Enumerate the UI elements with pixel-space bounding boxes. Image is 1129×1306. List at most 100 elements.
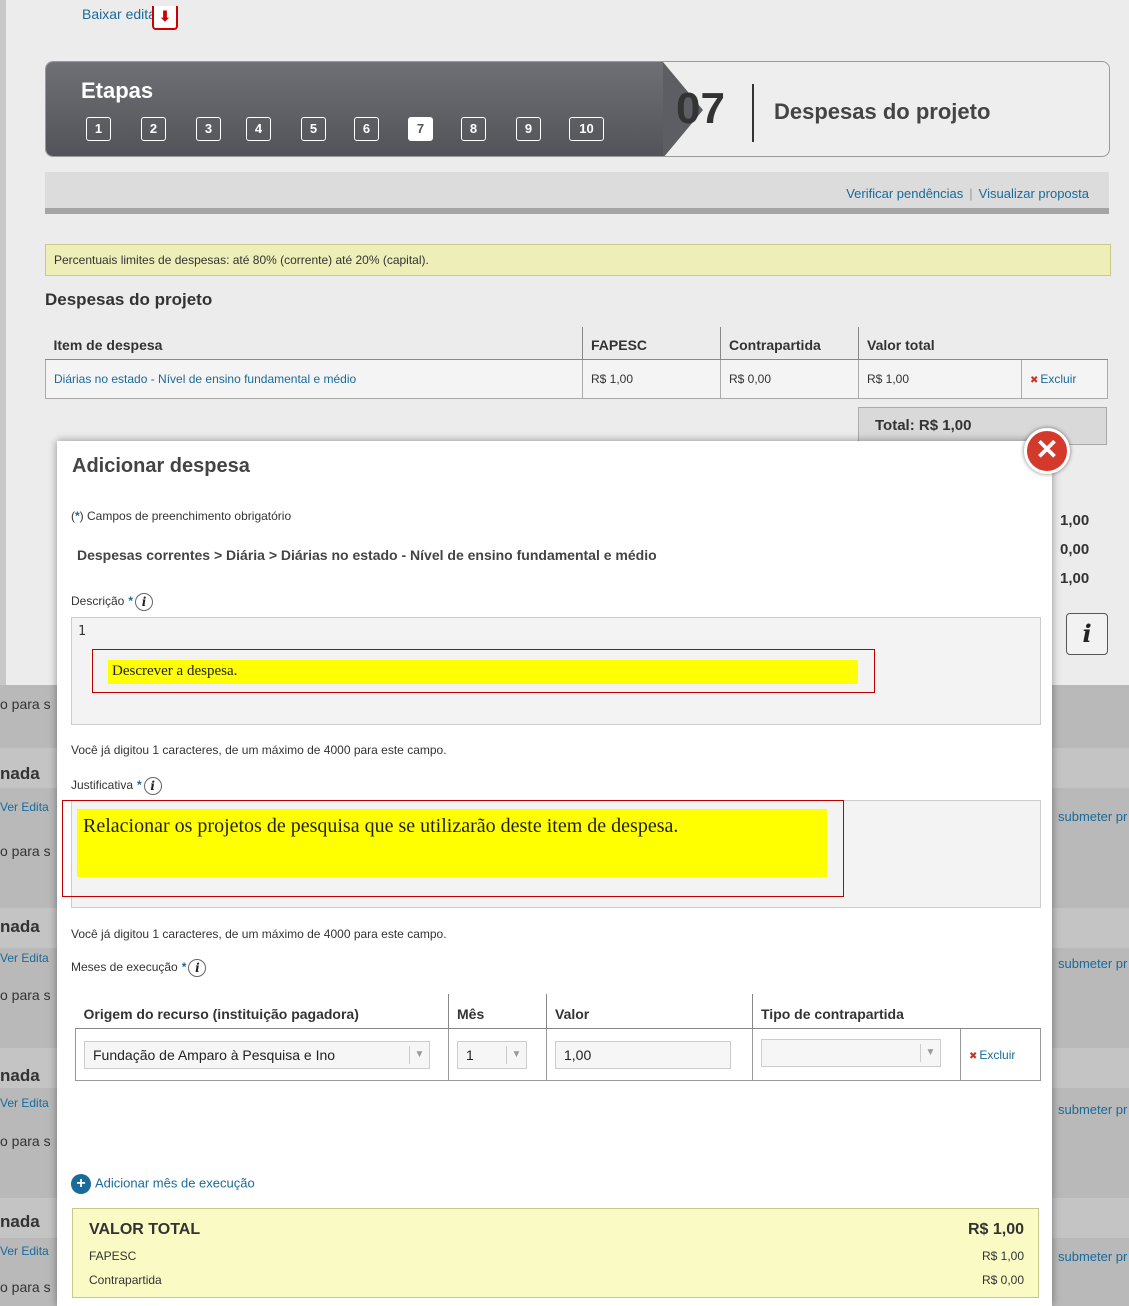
bg-snippet-link[interactable]: Ver Edita	[0, 951, 49, 965]
cell-contrapartida: R$ 0,00	[720, 359, 859, 399]
section-title: Despesas do projeto	[45, 290, 213, 309]
required-star: *	[128, 594, 134, 609]
bg-snippet-link[interactable]: Ver Edita	[0, 1096, 49, 1110]
bg-submeter-link[interactable]: submeter pr	[1058, 1102, 1127, 1117]
pendencias-bar: Verificar pendências | Visualizar proposta	[45, 172, 1109, 214]
bg-snippet: nada	[0, 764, 40, 783]
bg-snippet: o para s	[0, 1279, 51, 1295]
info-icon[interactable]: i	[143, 777, 162, 795]
chevron-down-icon: ▼	[506, 1045, 526, 1064]
adicionar-despesa-modal: Adicionar despesa (*) Campos de preenchi…	[57, 441, 1052, 1306]
modal-title: Adicionar despesa	[72, 455, 250, 477]
step-separator	[752, 84, 754, 142]
mes-select[interactable]: 1 ▼	[457, 1040, 527, 1069]
table-row: Fundação de Amparo à Pesquisa e Ino ▼ 1 ▼ …	[75, 1028, 1041, 1081]
bg-snippet: nada	[0, 1066, 40, 1085]
table-row: Diárias no estado - Nível de ensino fund…	[45, 359, 1108, 399]
delete-icon: ✖	[969, 1050, 978, 1062]
excluir-button[interactable]: ✖ Excluir	[1021, 359, 1108, 399]
bg-snippet: o para s	[0, 987, 51, 1003]
bg-snippet: o para s	[0, 696, 51, 712]
limits-notice: Percentuais limites de despesas: até 80%…	[45, 244, 1111, 276]
cell-valor-total: R$ 1,00	[858, 359, 1022, 399]
required-star: *	[181, 960, 187, 975]
bg-snippet: o para s	[0, 843, 51, 859]
step-9[interactable]: 9	[516, 117, 541, 141]
bg-snippet-link[interactable]: Ver Edita	[0, 1244, 49, 1258]
bg-submeter-link[interactable]: submeter pr	[1058, 956, 1127, 971]
etapas-panel: Etapas 1 2 3 4 5 6 7 8 9 10 07 Despesas …	[45, 61, 1110, 157]
verificar-pendencias-link[interactable]: Verificar pendências	[846, 186, 963, 201]
excluir-label: Excluir	[979, 1047, 1016, 1062]
descricao-hint: Descrever a despesa.	[108, 660, 858, 684]
descricao-char-count: Você já digitou 1 caracteres, de um máxi…	[71, 743, 447, 757]
despesa-item-link[interactable]: Diárias no estado - Nível de ensino fund…	[45, 359, 583, 399]
col-header-tipo: Tipo de contrapartida	[752, 994, 1041, 1029]
info-icon[interactable]: i	[188, 959, 207, 977]
col-header-item: Item de despesa	[45, 327, 583, 360]
step-5[interactable]: 5	[301, 117, 326, 141]
current-step-number: 07	[676, 84, 725, 133]
info-icon[interactable]: i	[135, 593, 154, 611]
col-header-contrapartida: Contrapartida	[720, 327, 859, 360]
justificativa-label: Justificativa * i	[71, 777, 162, 795]
origem-value: Fundação de Amparo à Pesquisa e Ino	[93, 1046, 336, 1063]
contrapartida-value: R$ 0,00	[981, 1273, 1024, 1287]
required-star: *	[137, 778, 142, 793]
fapesc-label: FAPESC	[89, 1249, 137, 1263]
step-6[interactable]: 6	[354, 117, 379, 141]
col-header-fapesc: FAPESC	[582, 327, 721, 360]
step-8[interactable]: 8	[461, 117, 486, 141]
step-10[interactable]: 10	[569, 117, 604, 141]
bg-snippet: o para s	[0, 1133, 51, 1149]
pendencias-links: Verificar pendências | Visualizar proposta	[846, 186, 1089, 201]
tipo-contrapartida-select[interactable]: ▼	[761, 1039, 941, 1067]
descricao-value: 1	[78, 624, 86, 639]
fapesc-value: R$ 1,00	[981, 1249, 1024, 1263]
justificativa-hint-box: Relacionar os projetos de pesquisa que s…	[62, 800, 844, 897]
origem-select[interactable]: Fundação de Amparo à Pesquisa e Ino ▼	[84, 1040, 430, 1069]
step-4[interactable]: 4	[246, 117, 271, 141]
plus-icon: +	[71, 1174, 91, 1194]
total-cell: Total: R$ 1,00	[858, 407, 1107, 445]
required-paren: )	[79, 509, 84, 523]
despesas-table: Item de despesa FAPESC Contrapartida Val…	[45, 327, 1108, 399]
baixar-edital-link[interactable]: Baixar edital	[82, 6, 159, 22]
breadcrumb: Despesas correntes > Diária > Diárias no…	[77, 547, 657, 563]
current-step-name: Despesas do projeto	[774, 99, 991, 124]
excluir-label: Excluir	[1040, 372, 1077, 386]
descricao-label: Descrição * i	[71, 593, 154, 611]
step-3[interactable]: 3	[196, 117, 221, 141]
col-header-valor-total: Valor total	[858, 327, 1108, 360]
adicionar-mes-button[interactable]: + Adicionar mês de execução	[71, 1174, 255, 1194]
bg-submeter-link[interactable]: submeter pr	[1058, 809, 1127, 824]
etapas-title: Etapas	[81, 78, 154, 103]
step-1[interactable]: 1	[86, 117, 111, 141]
valor-input[interactable]: 1,00	[555, 1040, 731, 1069]
bg-snippet: nada	[0, 917, 40, 936]
valor-total-value: R$ 1,00	[967, 1221, 1024, 1238]
side-value: 0,00	[1060, 541, 1090, 558]
step-2[interactable]: 2	[141, 117, 166, 141]
download-icon[interactable]: ⬇	[152, 6, 178, 30]
col-header-mes: Mês	[448, 994, 547, 1029]
required-note: (*) Campos de preenchimento obrigatório	[71, 509, 291, 523]
meses-table: Origem do recurso (instituição pagadora)…	[75, 994, 1041, 1081]
required-note-text: Campos de preenchimento obrigatório	[87, 509, 292, 523]
step-7[interactable]: 7	[408, 117, 433, 141]
excluir-mes-button[interactable]: ✖ Excluir	[960, 1028, 1041, 1081]
bg-snippet-link[interactable]: Ver Edita	[0, 800, 49, 814]
justificativa-label-text: Justificativa	[71, 778, 134, 793]
adicionar-mes-label: Adicionar mês de execução	[95, 1175, 255, 1191]
side-value: 1,00	[1060, 570, 1090, 587]
info-icon[interactable]: i	[1066, 613, 1108, 655]
descricao-label-text: Descrição	[71, 594, 125, 609]
bg-submeter-link[interactable]: submeter pr	[1058, 1249, 1127, 1264]
delete-icon: ✖	[1030, 375, 1039, 386]
col-header-origem: Origem do recurso (instituição pagadora)	[75, 994, 449, 1029]
link-separator: |	[969, 186, 973, 201]
close-icon[interactable]: ✕	[1024, 428, 1070, 474]
cell-fapesc: R$ 1,00	[582, 359, 721, 399]
visualizar-proposta-link[interactable]: Visualizar proposta	[979, 186, 1089, 201]
etapas-bar	[46, 62, 663, 156]
